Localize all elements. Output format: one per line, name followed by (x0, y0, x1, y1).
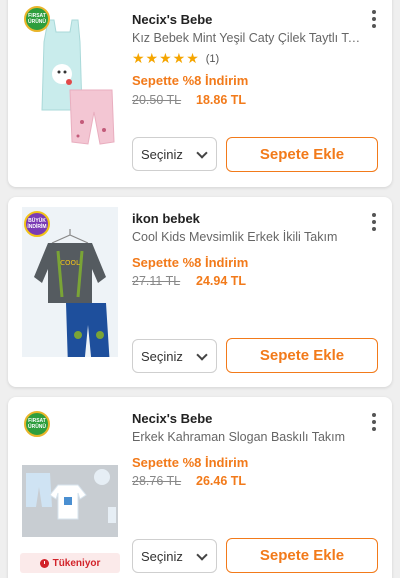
buyuk-indirim-badge-icon: BÜYÜK İNDİRİM (24, 211, 50, 237)
variant-select[interactable]: Seçiniz (132, 137, 217, 171)
product-card[interactable]: FIRSAT ÜRÜNÜ Necix's Bebe Erkek Kahraman… (8, 397, 392, 578)
product-name[interactable]: Erkek Kahraman Slogan Baskılı Takım (132, 430, 366, 444)
promo-label: Sepette %8 İndirim (132, 255, 249, 270)
product-brand: Necix's Bebe (132, 12, 213, 27)
product-list: FIRSAT ÜRÜNÜ Necix's Bebe Kız Bebek Mint… (0, 0, 400, 578)
svg-text:COOL: COOL (60, 259, 80, 267)
stock-warning-badge: Tükeniyor (20, 553, 120, 573)
add-to-cart-button[interactable]: Sepete Ekle (226, 538, 378, 573)
variant-select[interactable]: Seçiniz (132, 339, 217, 373)
more-options-icon[interactable] (370, 213, 378, 231)
star-rating-icon: ★★★★★ (132, 50, 200, 66)
product-image[interactable]: FIRSAT ÜRÜNÜ (22, 2, 118, 152)
product-card[interactable]: FIRSAT ÜRÜNÜ Necix's Bebe Kız Bebek Mint… (8, 0, 392, 187)
product-name[interactable]: Kız Bebek Mint Yeşil Caty Çilek Taytlı T… (132, 31, 366, 45)
firsat-badge-icon: FIRSAT ÜRÜNÜ (24, 411, 50, 437)
old-price: 28.76 TL (132, 474, 182, 488)
old-price: 20.50 TL (132, 93, 182, 107)
product-image[interactable]: FIRSAT ÜRÜNÜ (20, 407, 120, 557)
clock-icon (39, 558, 49, 568)
promo-label: Sepette %8 İndirim (132, 455, 249, 470)
product-name[interactable]: Cool Kids Mevsimlik Erkek İkili Takım (132, 230, 366, 244)
new-price: 24.94 TL (196, 274, 247, 288)
product-brand: Necix's Bebe (132, 411, 213, 426)
product-brand: ikon bebek (132, 211, 200, 226)
add-to-cart-button[interactable]: Sepete Ekle (226, 137, 378, 172)
add-to-cart-button[interactable]: Sepete Ekle (226, 338, 378, 373)
variant-select[interactable]: Seçiniz (132, 539, 217, 573)
product-image[interactable]: COOL BÜYÜK İNDİRİM (22, 207, 118, 367)
new-price: 26.46 TL (196, 474, 247, 488)
product-rating: ★★★★★ (1) (132, 50, 219, 67)
promo-label: Sepette %8 İndirim (132, 73, 249, 88)
firsat-badge-icon: FIRSAT ÜRÜNÜ (24, 6, 50, 32)
product-card[interactable]: COOL BÜYÜK İNDİRİM ikon bebek Cool Kids … (8, 197, 392, 387)
new-price: 18.86 TL (196, 93, 247, 107)
chevron-down-icon (196, 147, 208, 159)
more-options-icon[interactable] (370, 413, 378, 431)
old-price: 27.11 TL (132, 274, 181, 288)
more-options-icon[interactable] (370, 10, 378, 28)
chevron-down-icon (196, 349, 208, 361)
review-count: (1) (205, 52, 220, 65)
chevron-down-icon (196, 549, 208, 561)
